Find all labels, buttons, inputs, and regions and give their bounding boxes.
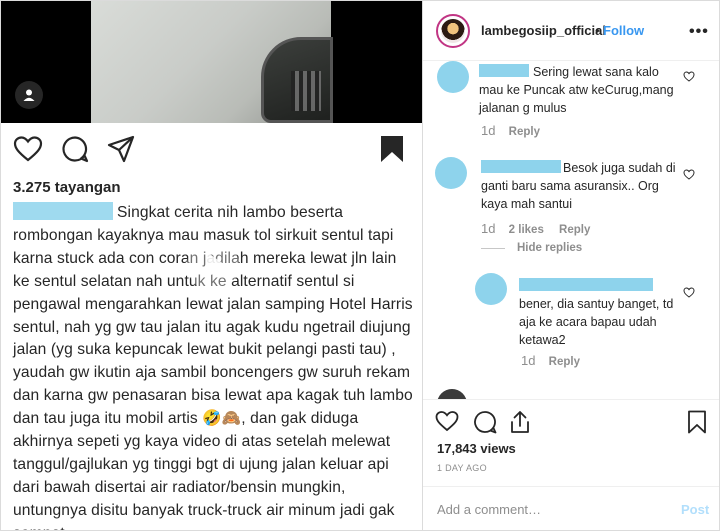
share-icon[interactable] [107, 135, 135, 168]
heart-icon[interactable] [435, 410, 459, 437]
user-tag-icon[interactable] [15, 81, 43, 109]
bookmark-icon[interactable] [379, 135, 405, 168]
comment-text: bener, dia santuy banget, td aja ke acar… [519, 297, 674, 347]
comment-avatar[interactable] [435, 157, 467, 189]
comment-age: 1d [481, 221, 496, 236]
comment-meta: 1d 2 likes Reply [481, 221, 590, 236]
comments-list[interactable]: Sering lewat sana kalo mau ke Puncak atw… [423, 61, 719, 399]
repost-action-bar [13, 135, 411, 167]
list-item: Besok juga sudah di ganti baru sama asur… [481, 159, 677, 213]
list-item: Sering lewat sana kalo mau ke Puncak atw… [479, 63, 677, 117]
reply-button[interactable]: Reply [559, 224, 590, 236]
blurred-username[interactable] [481, 160, 561, 173]
comment-meta: 1d Reply [521, 353, 580, 368]
comment-avatar[interactable] [437, 61, 469, 93]
header-separator: • [595, 23, 600, 38]
share-icon[interactable] [509, 410, 531, 439]
avatar[interactable] [436, 14, 470, 48]
reply-button[interactable]: Reply [549, 356, 580, 368]
comment-icon[interactable] [61, 135, 89, 168]
comment-avatar[interactable] [475, 273, 507, 305]
repost-screenshot: 3.275 tayangan Singkat cerita nih lambo … [1, 1, 422, 530]
add-comment-bar: Add a comment… Post [423, 486, 719, 530]
comment-like-count[interactable]: 2 likes [509, 224, 544, 236]
post-button[interactable]: Post [681, 502, 709, 517]
comment-like-icon[interactable] [683, 69, 695, 87]
post-date[interactable]: 1 DAY AGO [437, 463, 487, 473]
comment-like-icon[interactable] [683, 285, 695, 303]
comment-avatar[interactable] [437, 389, 467, 399]
blurred-username [13, 202, 113, 220]
comment-meta: 1d Reply [481, 123, 540, 138]
blurred-username[interactable] [479, 64, 529, 77]
comment-input[interactable]: Add a comment… [437, 502, 541, 517]
header-username[interactable]: lambegosiip_official [481, 23, 606, 38]
play-icon[interactable] [187, 239, 239, 291]
comment-age: 1d [481, 123, 496, 138]
video-frame [91, 1, 333, 123]
post-header: lambegosiip_official • Follow ••• [423, 1, 719, 61]
hide-replies-button[interactable]: Hide replies [517, 242, 582, 254]
replies-line [481, 248, 505, 249]
post-action-bar [423, 399, 719, 445]
bookmark-icon[interactable] [687, 410, 707, 439]
more-options-icon[interactable]: ••• [689, 23, 709, 41]
reply-button[interactable]: Reply [509, 126, 540, 138]
blurred-username[interactable] [519, 278, 653, 291]
video-player[interactable] [1, 1, 422, 123]
comment-icon[interactable] [473, 410, 497, 439]
view-count[interactable]: 17,843 views [437, 441, 516, 456]
repost-view-count: 3.275 tayangan [13, 179, 121, 196]
motorbikes [291, 71, 321, 111]
comment-like-icon[interactable] [683, 167, 695, 185]
list-item: bener, dia santuy banget, td aja ke acar… [519, 277, 679, 349]
comment-age: 1d [521, 353, 536, 368]
post-sidebar: lambegosiip_official • Follow ••• Sering… [423, 1, 719, 530]
follow-button[interactable]: Follow [603, 23, 644, 38]
heart-icon[interactable] [13, 135, 43, 168]
